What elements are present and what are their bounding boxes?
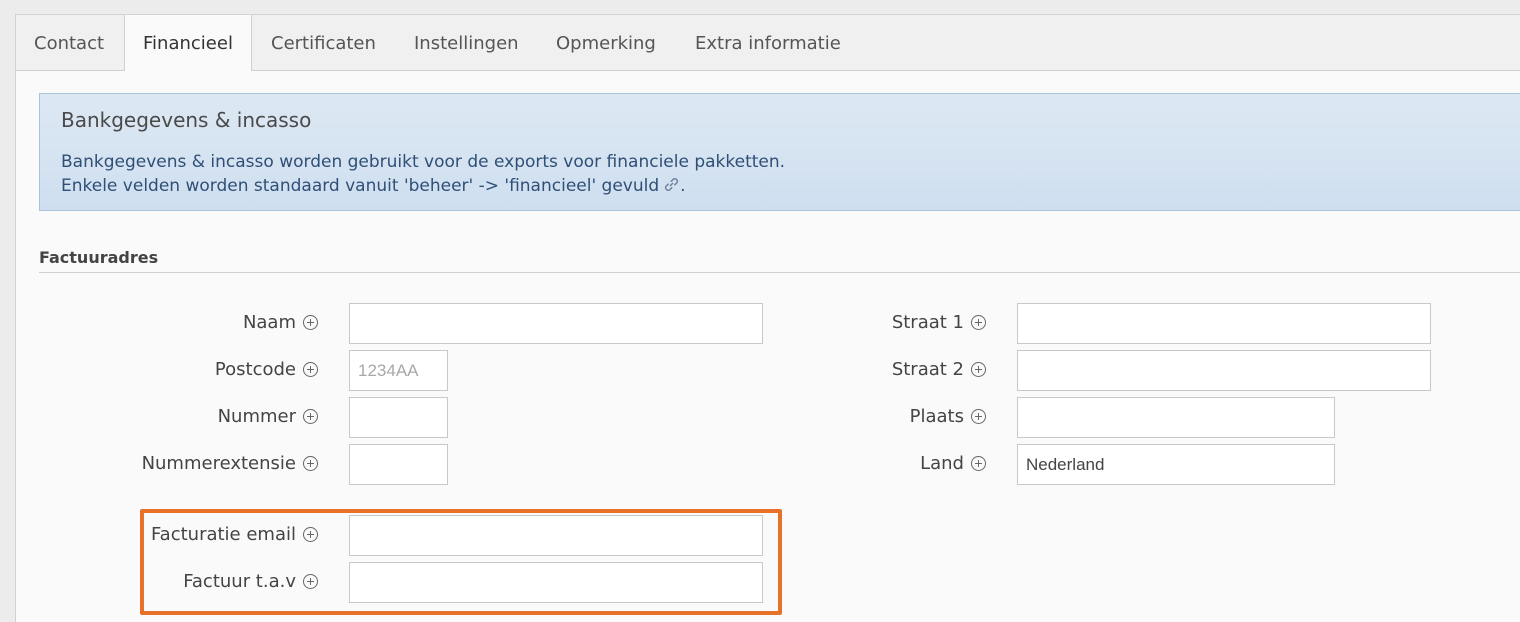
postcode-label: Postcode <box>214 359 296 380</box>
section-title-factuuradres: Factuuradres <box>39 248 159 267</box>
tab-bar: Contact Financieel Certificaten Instelli… <box>16 15 1520 71</box>
detail-panel: Contact Financieel Certificaten Instelli… <box>15 14 1520 622</box>
plus-circle-icon[interactable] <box>303 456 318 471</box>
plus-circle-icon[interactable] <box>971 315 986 330</box>
land-input[interactable] <box>1017 444 1335 485</box>
tab-extra-informatie[interactable]: Extra informatie <box>695 15 841 70</box>
straat2-input[interactable] <box>1017 350 1431 391</box>
naam-input[interactable] <box>349 303 763 344</box>
plus-circle-icon[interactable] <box>303 362 318 377</box>
link-icon[interactable] <box>663 176 680 198</box>
info-text-line-2-body: Enkele velden worden standaard vanuit 'b… <box>61 176 660 196</box>
tab-certificaten[interactable]: Certificaten <box>271 15 376 70</box>
plaats-input[interactable] <box>1017 397 1335 438</box>
straat1-input[interactable] <box>1017 303 1431 344</box>
nummer-label: Nummer <box>217 406 296 427</box>
naam-label: Naam <box>242 312 296 333</box>
nummerextensie-label: Nummerextensie <box>141 453 296 474</box>
info-text-line-1: Bankgegevens & incasso worden gebruikt v… <box>61 152 786 172</box>
info-box: Bankgegevens & incasso Bankgegevens & in… <box>39 93 1520 211</box>
plaats-label: Plaats <box>909 406 964 427</box>
plus-circle-icon[interactable] <box>971 456 986 471</box>
plus-circle-icon[interactable] <box>971 362 986 377</box>
tab-instellingen[interactable]: Instellingen <box>414 15 519 70</box>
postcode-input[interactable] <box>349 350 448 391</box>
section-divider <box>39 272 1520 273</box>
plus-circle-icon[interactable] <box>303 315 318 330</box>
info-text-line-2-end: . <box>680 176 686 196</box>
plus-circle-icon[interactable] <box>971 409 986 424</box>
plus-circle-icon[interactable] <box>303 409 318 424</box>
nummer-input[interactable] <box>349 397 448 438</box>
straat1-label: Straat 1 <box>891 312 964 333</box>
nummerextensie-input[interactable] <box>349 444 448 485</box>
tab-opmerking[interactable]: Opmerking <box>556 15 656 70</box>
highlight-box <box>140 509 782 615</box>
info-title: Bankgegevens & incasso <box>61 108 312 132</box>
land-label: Land <box>920 453 964 474</box>
info-text-line-2: Enkele velden worden standaard vanuit 'b… <box>61 176 686 198</box>
tab-contact[interactable]: Contact <box>34 15 104 70</box>
tab-financieel[interactable]: Financieel <box>124 15 252 71</box>
straat2-label: Straat 2 <box>891 359 964 380</box>
